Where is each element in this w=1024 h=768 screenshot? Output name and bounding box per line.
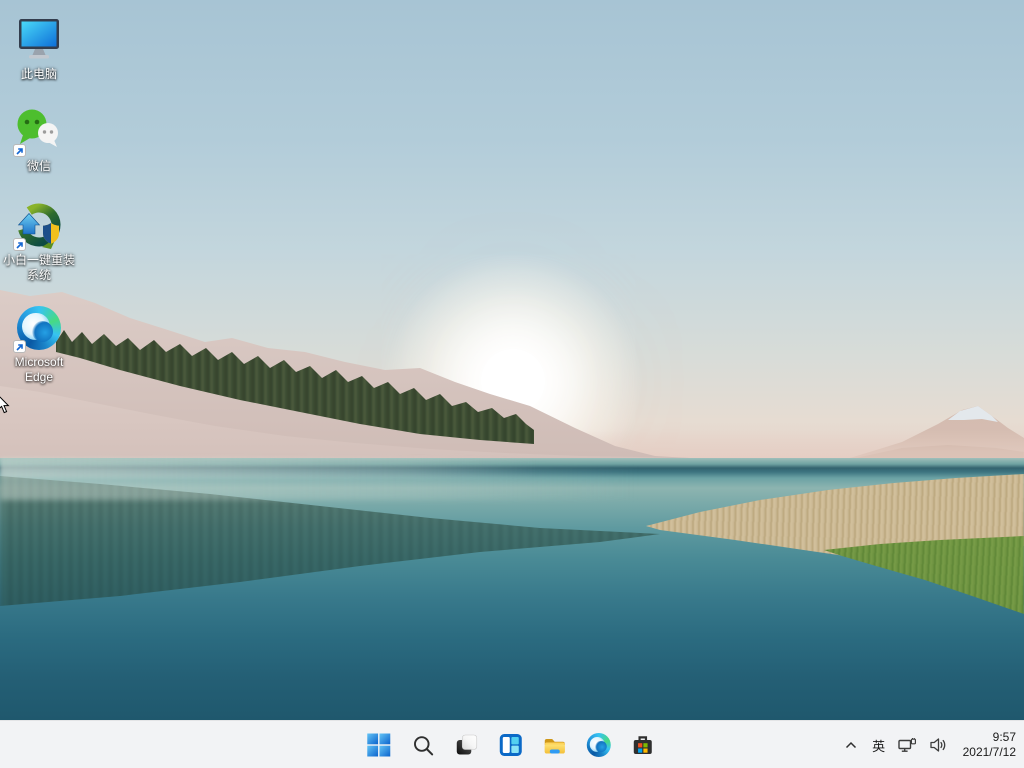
microsoft-store-button[interactable] (621, 721, 665, 768)
desktop-icon-microsoft-edge[interactable]: Microsoft Edge (1, 304, 77, 384)
this-pc-icon (15, 16, 63, 64)
ethernet-network-icon (898, 737, 917, 754)
xiaobai-reinstall-icon (15, 202, 63, 250)
edge-browser-button[interactable] (577, 721, 621, 768)
chevron-up-icon (844, 739, 858, 751)
task-view-icon (455, 733, 479, 757)
clock-date: 2021/7/12 (963, 745, 1016, 760)
desktop-wallpaper[interactable] (0, 0, 1024, 720)
desktop-icon-xiaobai-reinstall[interactable]: 小白一键重装 系统 (1, 202, 77, 282)
shortcut-arrow-icon (13, 340, 26, 353)
task-view-button[interactable] (445, 721, 489, 768)
tray-overflow-button[interactable] (837, 725, 865, 765)
edge-icon (15, 304, 63, 352)
windows-11-desktop: 此电脑 微信 (0, 0, 1024, 768)
shortcut-arrow-icon (13, 238, 26, 251)
desktop-icon-label: 微信 (27, 159, 51, 173)
taskbar-center-buttons (357, 721, 665, 768)
file-explorer-button[interactable] (533, 721, 577, 768)
taskbar-system-tray: 英 9:57 (837, 721, 1024, 768)
clock[interactable]: 9:57 2021/7/12 (963, 730, 1016, 760)
desktop-icon-label-line1: Microsoft (15, 355, 64, 369)
microsoft-store-icon (631, 733, 655, 757)
edge-icon (587, 733, 611, 757)
ime-language-indicator[interactable]: 英 (865, 725, 893, 765)
clock-time: 9:57 (963, 730, 1016, 745)
wechat-icon (15, 108, 63, 156)
taskbar: 英 9:57 (0, 720, 1024, 768)
network-status-button[interactable] (893, 725, 923, 765)
widgets-button[interactable] (489, 721, 533, 768)
mouse-cursor (0, 394, 10, 419)
desktop-icon-label-line2: Edge (25, 370, 53, 384)
desktop-icon-label-line1: 小白一键重装 (3, 253, 75, 267)
speaker-icon (929, 737, 947, 753)
start-button[interactable] (357, 721, 401, 768)
wallpaper-water-mist (0, 466, 640, 500)
shortcut-arrow-icon (13, 144, 26, 157)
desktop-icon-label-line2: 系统 (27, 268, 51, 282)
search-icon (411, 734, 434, 757)
widgets-icon (499, 733, 523, 757)
windows-logo-icon (367, 733, 391, 757)
desktop-icon-wechat[interactable]: 微信 (1, 108, 77, 173)
desktop-icon-label: 此电脑 (21, 67, 57, 81)
desktop-icon-this-pc[interactable]: 此电脑 (1, 16, 77, 81)
file-explorer-icon (543, 733, 567, 757)
volume-button[interactable] (923, 725, 953, 765)
search-button[interactable] (401, 721, 445, 768)
